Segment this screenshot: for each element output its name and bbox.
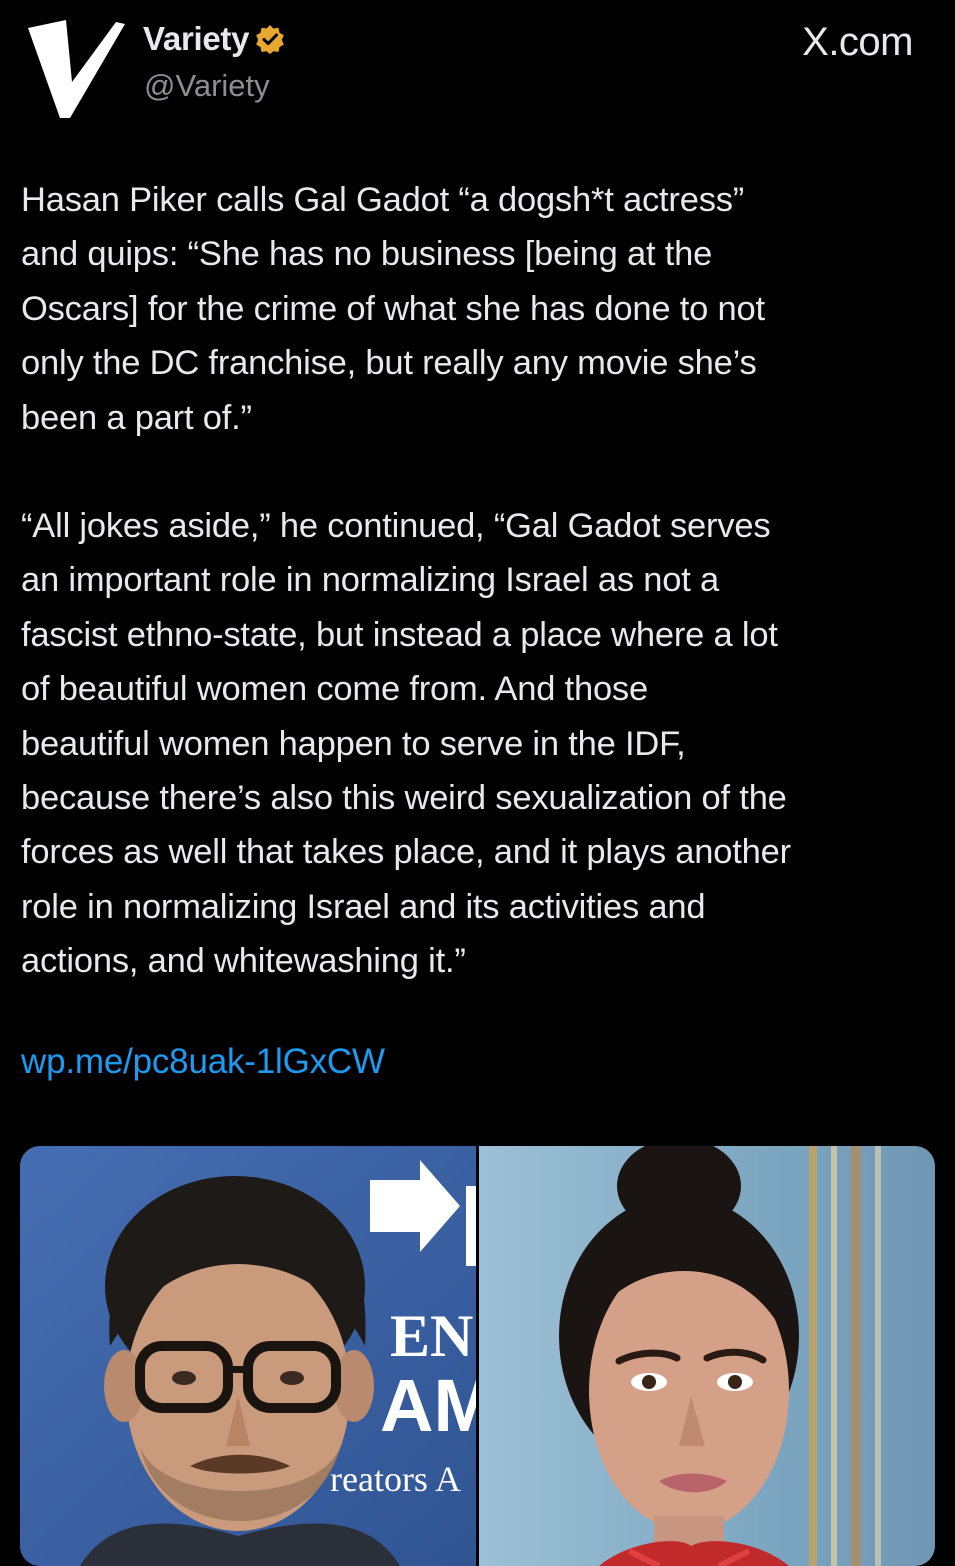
tweet-body: Hasan Piker calls Gal Gadot “a dogsh*t a…: [21, 173, 936, 989]
variety-logo-icon[interactable]: [26, 14, 126, 118]
photo-right-image: [478, 1146, 935, 1566]
photo-gal-gadot[interactable]: [476, 1146, 935, 1566]
photo-left-image: EN AM reators A: [20, 1146, 476, 1566]
tweet-paragraph-2: “All jokes aside,” he continued, “Gal Ga…: [21, 507, 791, 981]
source-label: X.com: [802, 20, 913, 64]
display-name[interactable]: Variety: [143, 20, 249, 58]
photo-hasan-piker[interactable]: EN AM reators A: [20, 1146, 477, 1566]
tweet-header: Variety @Variety X.com: [0, 0, 955, 130]
backdrop-text-1: EN: [390, 1303, 473, 1369]
backdrop-text-2: AM: [380, 1364, 476, 1447]
article-link[interactable]: wp.me/pc8uak-1lGxCW: [21, 1042, 385, 1082]
tweet-paragraph-1: Hasan Piker calls Gal Gadot “a dogsh*t a…: [21, 181, 765, 437]
verified-badge-icon: [256, 25, 284, 54]
backdrop-text-3: reators A: [330, 1459, 461, 1499]
media-attachment[interactable]: EN AM reators A: [20, 1146, 935, 1566]
author-name-row: Variety: [143, 20, 285, 58]
user-handle[interactable]: @Variety: [144, 68, 270, 104]
